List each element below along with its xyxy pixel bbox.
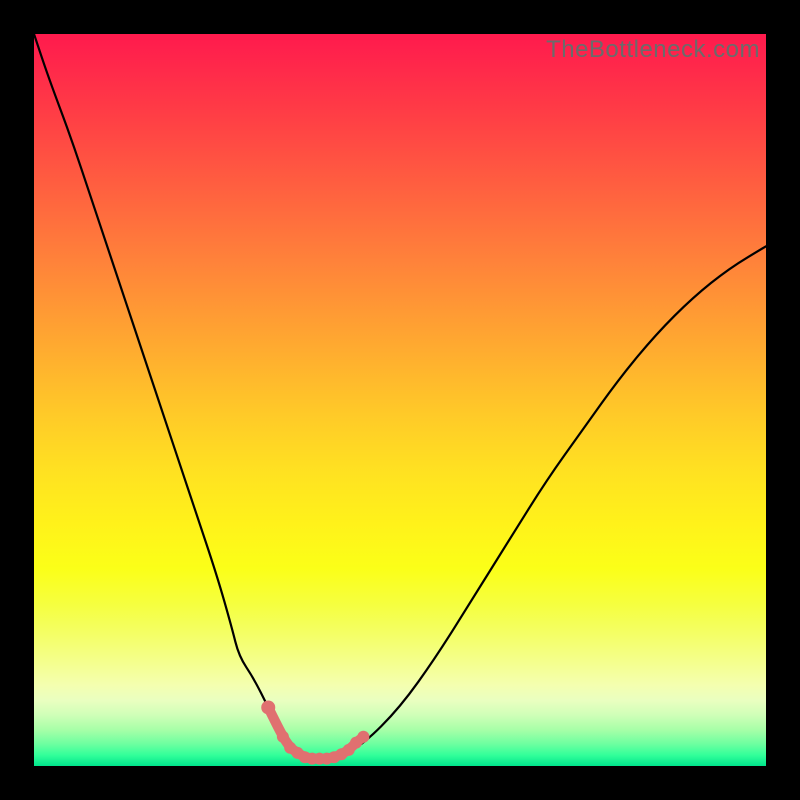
plot-area xyxy=(34,34,766,766)
optimal-range-point xyxy=(277,731,289,743)
optimal-range-point xyxy=(357,731,369,743)
optimal-range-point xyxy=(261,700,275,714)
curve-svg xyxy=(34,34,766,766)
bottleneck-curve xyxy=(34,34,766,759)
chart-frame: TheBottleneck.com xyxy=(0,0,800,800)
watermark-text: TheBottleneck.com xyxy=(546,36,760,64)
